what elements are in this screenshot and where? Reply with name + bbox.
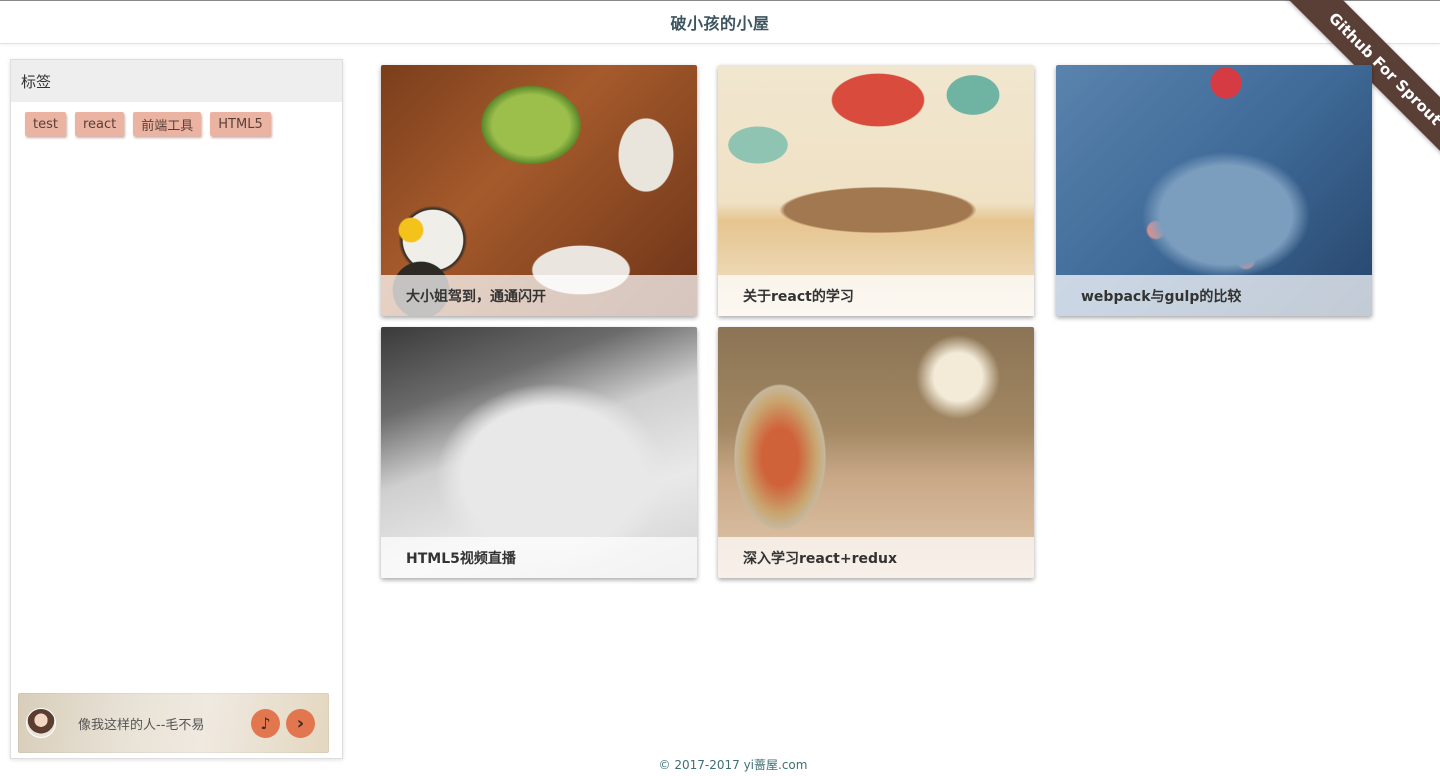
music-player: 像我这样的人--毛不易 ♪ ›	[18, 693, 329, 753]
footer-copyright: © 2017-2017 yi蔷屋.com	[658, 758, 808, 772]
tags-heading: 标签	[11, 60, 342, 102]
post-card[interactable]: webpack与gulp的比较	[1056, 65, 1372, 316]
post-card[interactable]: HTML5视频直播	[381, 327, 697, 578]
post-card[interactable]: 大小姐驾到，通通闪开	[381, 65, 697, 316]
player-avatar	[26, 708, 56, 738]
tag-frontend-tools[interactable]: 前端工具	[133, 112, 202, 136]
tag-react[interactable]: react	[74, 112, 125, 136]
post-card[interactable]: 深入学习react+redux	[718, 327, 1034, 578]
site-title[interactable]: 破小孩的小屋	[670, 10, 769, 34]
music-note-icon[interactable]: ♪	[251, 708, 280, 738]
post-card[interactable]: 关于react的学习	[718, 65, 1034, 316]
post-title[interactable]: 关于react的学习	[718, 275, 1034, 316]
tag-list: test react 前端工具 HTML5	[11, 102, 342, 146]
player-song-title: 像我这样的人--毛不易	[78, 717, 205, 733]
post-title[interactable]: webpack与gulp的比较	[1056, 275, 1372, 316]
site-header: 破小孩的小屋	[0, 0, 1440, 44]
next-track-icon[interactable]: ›	[286, 708, 315, 738]
tag-test[interactable]: test	[25, 112, 66, 136]
tag-html5[interactable]: HTML5	[210, 112, 271, 136]
post-title[interactable]: 大小姐驾到，通通闪开	[381, 275, 697, 316]
post-title[interactable]: 深入学习react+redux	[718, 537, 1034, 578]
sidebar: 标签 test react 前端工具 HTML5 像我这样的人--毛不易 ♪ ›	[10, 59, 343, 759]
post-title[interactable]: HTML5视频直播	[381, 537, 697, 578]
